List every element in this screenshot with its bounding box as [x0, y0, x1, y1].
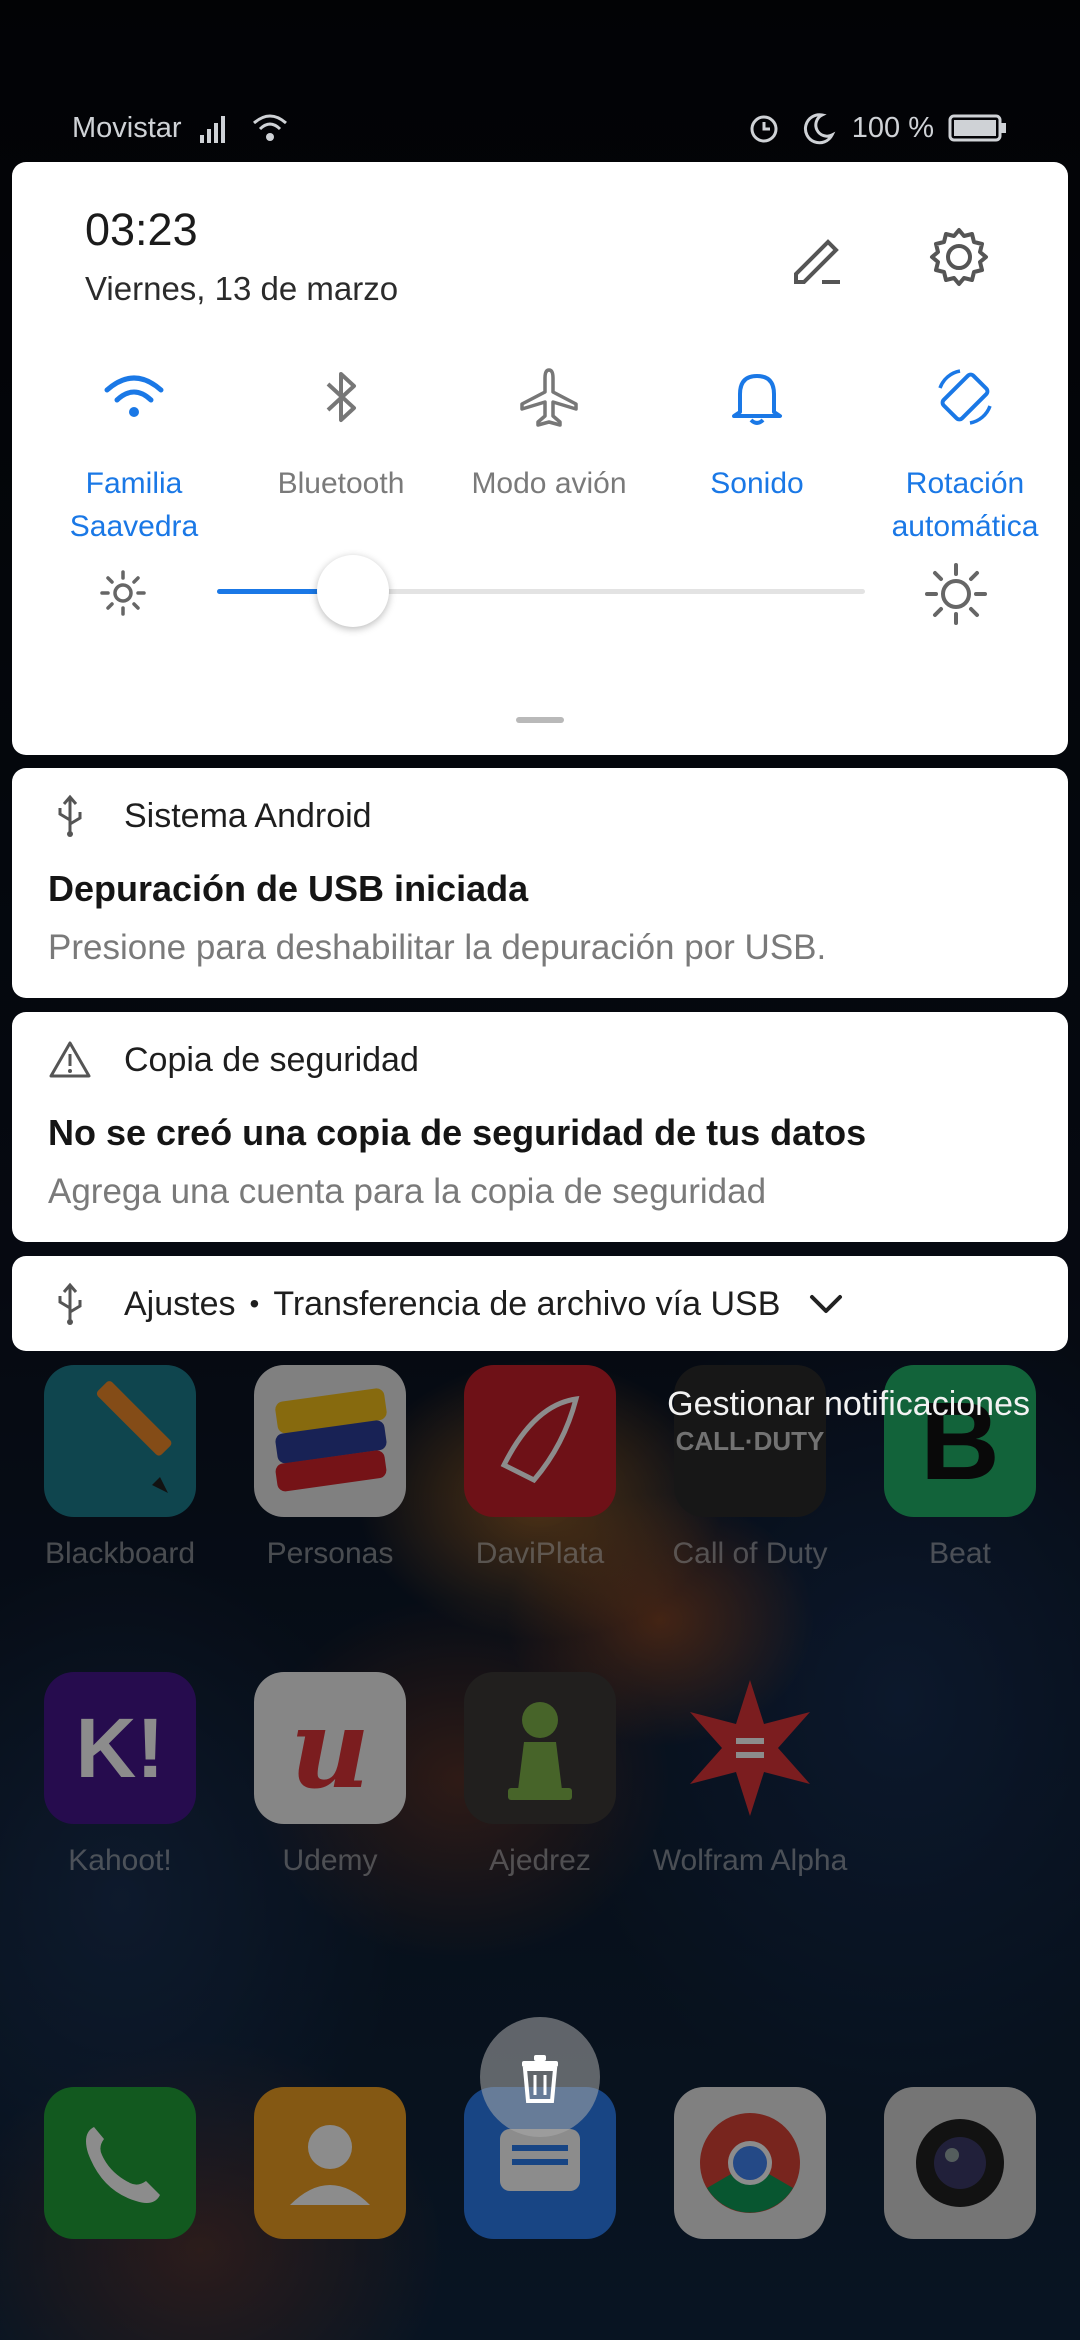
brightness-low-icon [100, 570, 146, 616]
quick-settings-panel: 03:23 Viernes, 13 de marzo Familia Saave… [12, 162, 1068, 755]
wifi-icon [104, 375, 164, 417]
notification-app-name: Ajustes [124, 1284, 236, 1323]
usb-icon [58, 1282, 82, 1325]
separator-dot: • [249, 1288, 260, 1319]
airplane-icon [520, 368, 578, 427]
toggle-label: Rotación automática [891, 467, 1039, 543]
toggle-airplane[interactable]: Modo avión [449, 362, 649, 505]
notification-summary: Transferencia de archivo vía USB [273, 1284, 781, 1323]
notification-body: Agrega una cuenta para la copia de segur… [48, 1172, 767, 1211]
status-bar: Movistar 100 % [72, 100, 1008, 156]
panel-drag-handle[interactable] [516, 717, 564, 723]
warning-icon [49, 1041, 91, 1078]
toggle-auto-rotate[interactable]: Rotación automática [865, 362, 1065, 548]
toggle-sound[interactable]: Sonido [657, 362, 857, 505]
notification-usb-debugging[interactable]: Sistema Android Depuración de USB inicia… [12, 768, 1068, 998]
brightness-row [12, 552, 1068, 632]
toggle-wifi[interactable]: Familia Saavedra [34, 362, 234, 548]
trash-icon [522, 2055, 558, 2103]
toggle-label: Bluetooth [277, 467, 405, 500]
clock-date[interactable]: Viernes, 13 de marzo [85, 270, 398, 308]
notification-title: No se creó una copia de seguridad de tus… [48, 1112, 867, 1153]
toggle-label: Sonido [710, 467, 804, 500]
notification-backup[interactable]: Copia de seguridad No se creó una copia … [12, 1012, 1068, 1242]
bluetooth-icon [326, 372, 356, 422]
signal-icon [199, 116, 225, 143]
notification-body: Presione para deshabilitar la depuración… [48, 928, 827, 967]
toggle-label: Familia Saavedra [69, 467, 199, 543]
rotate-icon [938, 369, 992, 425]
notification-app-name: Copia de seguridad [124, 1040, 419, 1079]
gear-icon[interactable] [924, 222, 994, 292]
battery-percent: 100 % [851, 111, 934, 144]
manage-notifications-button[interactable]: Gestionar notificaciones [667, 1385, 1030, 1424]
battery-icon [948, 114, 1006, 142]
notification-usb-file-transfer[interactable]: Ajustes • Transferencia de archivo vía U… [12, 1256, 1068, 1351]
delete-target[interactable] [480, 2017, 600, 2137]
quick-toggles: Familia Saavedra Bluetooth Modo avión So… [12, 362, 1068, 552]
brightness-slider[interactable] [217, 555, 865, 627]
chevron-down-icon[interactable] [804, 1282, 848, 1326]
usb-icon [58, 794, 82, 837]
wifi-status-icon [252, 114, 287, 141]
notification-app-name: Sistema Android [124, 796, 372, 835]
brightness-thumb[interactable] [317, 555, 390, 627]
toggle-label: Modo avión [471, 467, 627, 500]
bell-icon [732, 374, 782, 425]
carrier-name: Movistar [72, 111, 182, 144]
clock-time[interactable]: 03:23 [85, 204, 198, 256]
notification-title: Depuración de USB iniciada [48, 868, 529, 909]
edit-pencil-icon[interactable] [782, 222, 852, 292]
brightness-high-icon [925, 563, 987, 625]
moon-icon [803, 113, 836, 145]
toggle-bluetooth[interactable]: Bluetooth [241, 362, 441, 505]
alarm-icon [750, 115, 778, 143]
